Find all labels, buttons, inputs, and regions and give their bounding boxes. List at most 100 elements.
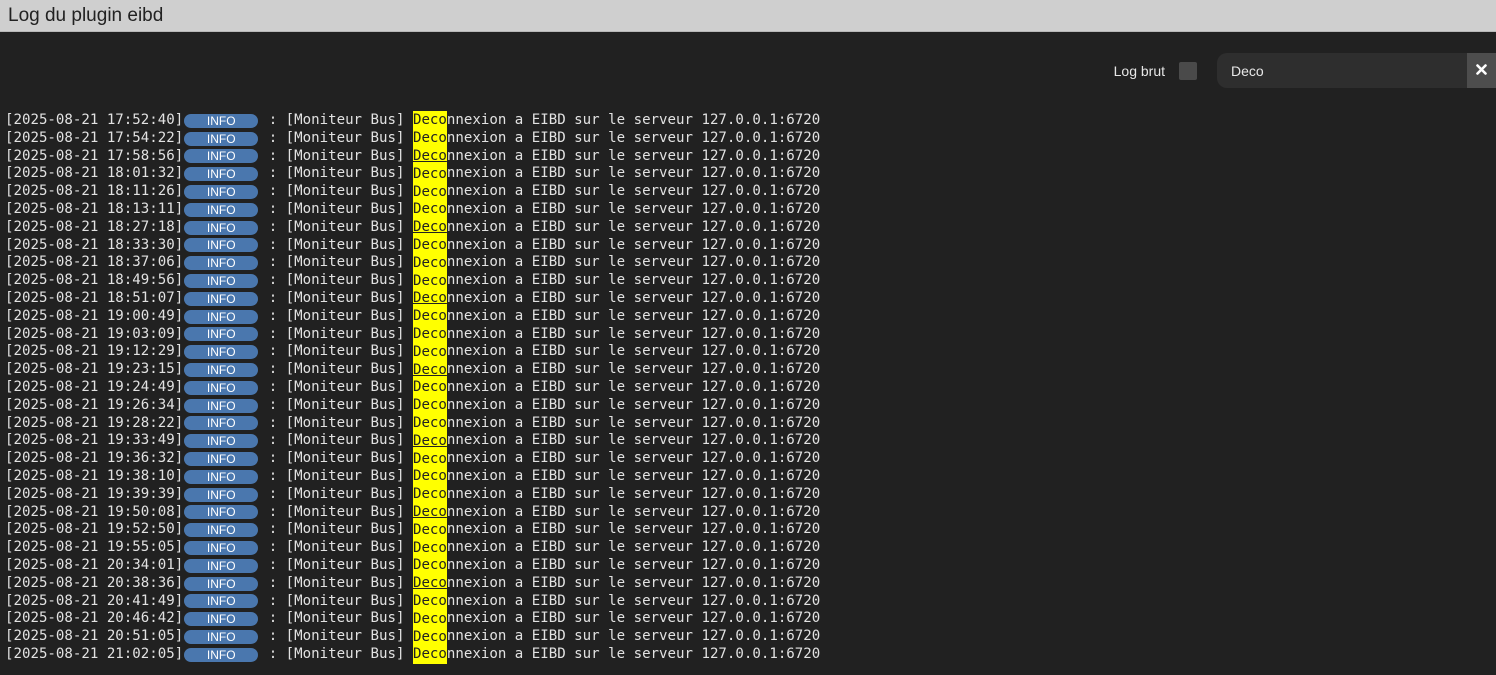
search-match-highlight: Deco (412, 627, 447, 647)
log-line: [2025-08-21 21:02:05] INFO : [Moniteur Bu… (5, 645, 821, 665)
log-output: [2025-08-21 17:52:40] INFO : [Moniteur Bu… (5, 111, 821, 665)
log-source: [Moniteur Bus] (285, 556, 413, 573)
log-timestamp: [2025-08-21 18:51:07] (5, 289, 184, 306)
log-timestamp: [2025-08-21 18:37:06] (5, 254, 184, 271)
log-source: [Moniteur Bus] (285, 343, 413, 360)
raw-log-checkbox[interactable] (1179, 61, 1197, 80)
log-separator: : (260, 236, 286, 253)
log-timestamp: [2025-08-21 19:36:32] (5, 450, 184, 467)
log-source: [Moniteur Bus] (285, 361, 413, 378)
log-line: [2025-08-21 20:34:01] INFO : [Moniteur Bu… (5, 556, 820, 576)
log-message: nnexion a EIBD sur le serveur 127.0.0.1:… (446, 414, 821, 431)
log-source: [Moniteur Bus] (285, 378, 413, 395)
log-message: nnexion a EIBD sur le serveur 127.0.0.1:… (446, 361, 821, 378)
log-message: nnexion a EIBD sur le serveur 127.0.0.1:… (446, 645, 821, 662)
log-source: [Moniteur Bus] (285, 112, 413, 128)
log-timestamp: [2025-08-21 19:38:10] (5, 467, 184, 484)
search-match-highlight: Deco (412, 396, 447, 416)
log-message: nnexion a EIBD sur le serveur 127.0.0.1:… (446, 254, 821, 271)
log-line: [2025-08-21 17:58:56] INFO : [Moniteur Bu… (5, 147, 821, 166)
log-message: nnexion a EIBD sur le serveur 127.0.0.1:… (446, 165, 821, 182)
log-line: [2025-08-21 19:36:32] INFO : [Moniteur Bu… (5, 449, 821, 469)
log-separator: : (260, 432, 286, 449)
log-source: [Moniteur Bus] (285, 574, 413, 591)
log-line: [2025-08-21 18:13:11] INFO : [Moniteur Bu… (5, 200, 820, 220)
log-timestamp: [2025-08-21 19:55:05] (5, 539, 184, 556)
level-badge: INFO (184, 558, 259, 573)
log-line: [2025-08-21 19:26:34] INFO : [Moniteur Bu… (5, 396, 821, 416)
log-source: [Moniteur Bus] (285, 147, 413, 164)
level-badge: INFO (184, 345, 259, 360)
log-line: [2025-08-21 19:00:49] INFO : [Moniteur Bu… (5, 307, 821, 327)
log-message: nnexion a EIBD sur le serveur 127.0.0.1:… (446, 432, 821, 449)
level-badge: INFO (184, 256, 259, 271)
level-badge: INFO (184, 612, 259, 627)
search-match-highlight: Deco (412, 289, 447, 309)
clear-search-button[interactable] (1467, 53, 1496, 88)
log-timestamp: [2025-08-21 18:27:18] (5, 218, 184, 235)
log-line: [2025-08-21 19:28:22] INFO : [Moniteur Bu… (5, 413, 821, 433)
log-message: nnexion a EIBD sur le serveur 127.0.0.1:… (446, 236, 821, 253)
log-line: [2025-08-21 20:51:05] INFO : [Moniteur Bu… (5, 627, 820, 647)
log-timestamp: [2025-08-21 20:34:01] (5, 556, 184, 573)
close-icon (1476, 62, 1487, 80)
log-source: [Moniteur Bus] (285, 432, 413, 449)
log-timestamp: [2025-08-21 20:46:42] (5, 610, 184, 627)
log-separator: : (260, 414, 286, 431)
log-line: [2025-08-21 19:50:08] INFO : [Moniteur Bu… (5, 502, 820, 522)
log-timestamp: [2025-08-21 19:39:39] (5, 485, 184, 502)
log-source: [Moniteur Bus] (285, 645, 413, 662)
search-input[interactable] (1217, 53, 1467, 88)
log-separator: : (260, 467, 286, 484)
log-source: [Moniteur Bus] (285, 129, 413, 146)
log-message: nnexion a EIBD sur le serveur 127.0.0.1:… (446, 396, 821, 413)
search-group (1217, 53, 1496, 88)
log-message: nnexion a EIBD sur le serveur 127.0.0.1:… (446, 129, 821, 146)
log-source: [Moniteur Bus] (285, 539, 413, 556)
log-timestamp: [2025-08-21 19:12:29] (5, 343, 184, 360)
level-badge: INFO (184, 220, 259, 235)
log-timestamp: [2025-08-21 19:50:08] (5, 503, 184, 520)
log-source: [Moniteur Bus] (285, 628, 413, 645)
search-match-highlight: Deco (412, 271, 447, 291)
log-separator: : (260, 307, 286, 324)
level-badge: INFO (184, 452, 259, 467)
log-separator: : (260, 574, 286, 591)
log-line: [2025-08-21 18:49:56] INFO : [Moniteur Bu… (5, 271, 820, 291)
level-badge: INFO (184, 541, 259, 556)
log-source: [Moniteur Bus] (285, 485, 413, 502)
level-badge: INFO (184, 380, 259, 395)
log-message: nnexion a EIBD sur le serveur 127.0.0.1:… (446, 218, 821, 235)
search-match-highlight: Deco (412, 591, 447, 611)
log-source: [Moniteur Bus] (285, 289, 413, 306)
log-timestamp: [2025-08-21 19:23:15] (5, 361, 184, 378)
search-match-highlight: Deco (412, 147, 447, 166)
log-source: [Moniteur Bus] (285, 592, 413, 609)
log-source: [Moniteur Bus] (285, 236, 413, 253)
log-message: nnexion a EIBD sur le serveur 127.0.0.1:… (446, 574, 821, 591)
log-timestamp: [2025-08-21 19:33:49] (5, 432, 184, 449)
log-line: [2025-08-21 18:27:18] INFO : [Moniteur Bu… (5, 218, 821, 238)
level-badge: INFO (184, 131, 259, 146)
level-badge: INFO (184, 167, 259, 182)
log-separator: : (260, 485, 286, 502)
search-match-highlight: Deco (412, 645, 447, 665)
search-match-highlight: Deco (412, 485, 447, 505)
search-match-highlight: Deco (412, 235, 447, 255)
log-line: [2025-08-21 20:38:36] INFO : [Moniteur Bu… (5, 574, 821, 594)
level-badge: INFO (184, 576, 259, 591)
log-separator: : (260, 396, 286, 413)
log-source: [Moniteur Bus] (285, 414, 413, 431)
search-match-highlight: Deco (412, 182, 447, 202)
log-source: [Moniteur Bus] (285, 272, 413, 289)
log-timestamp: [2025-08-21 19:28:22] (5, 414, 184, 431)
log-message: nnexion a EIBD sur le serveur 127.0.0.1:… (446, 147, 821, 164)
log-message: nnexion a EIBD sur le serveur 127.0.0.1:… (446, 592, 821, 609)
log-message: nnexion a EIBD sur le serveur 127.0.0.1:… (446, 307, 821, 324)
log-message: nnexion a EIBD sur le serveur 127.0.0.1:… (446, 112, 821, 128)
level-badge: INFO (184, 149, 259, 164)
level-badge: INFO (184, 505, 259, 520)
log-line: [2025-08-21 19:38:10] INFO : [Moniteur Bu… (5, 467, 820, 487)
log-source: [Moniteur Bus] (285, 254, 413, 271)
log-message: nnexion a EIBD sur le serveur 127.0.0.1:… (446, 450, 821, 467)
